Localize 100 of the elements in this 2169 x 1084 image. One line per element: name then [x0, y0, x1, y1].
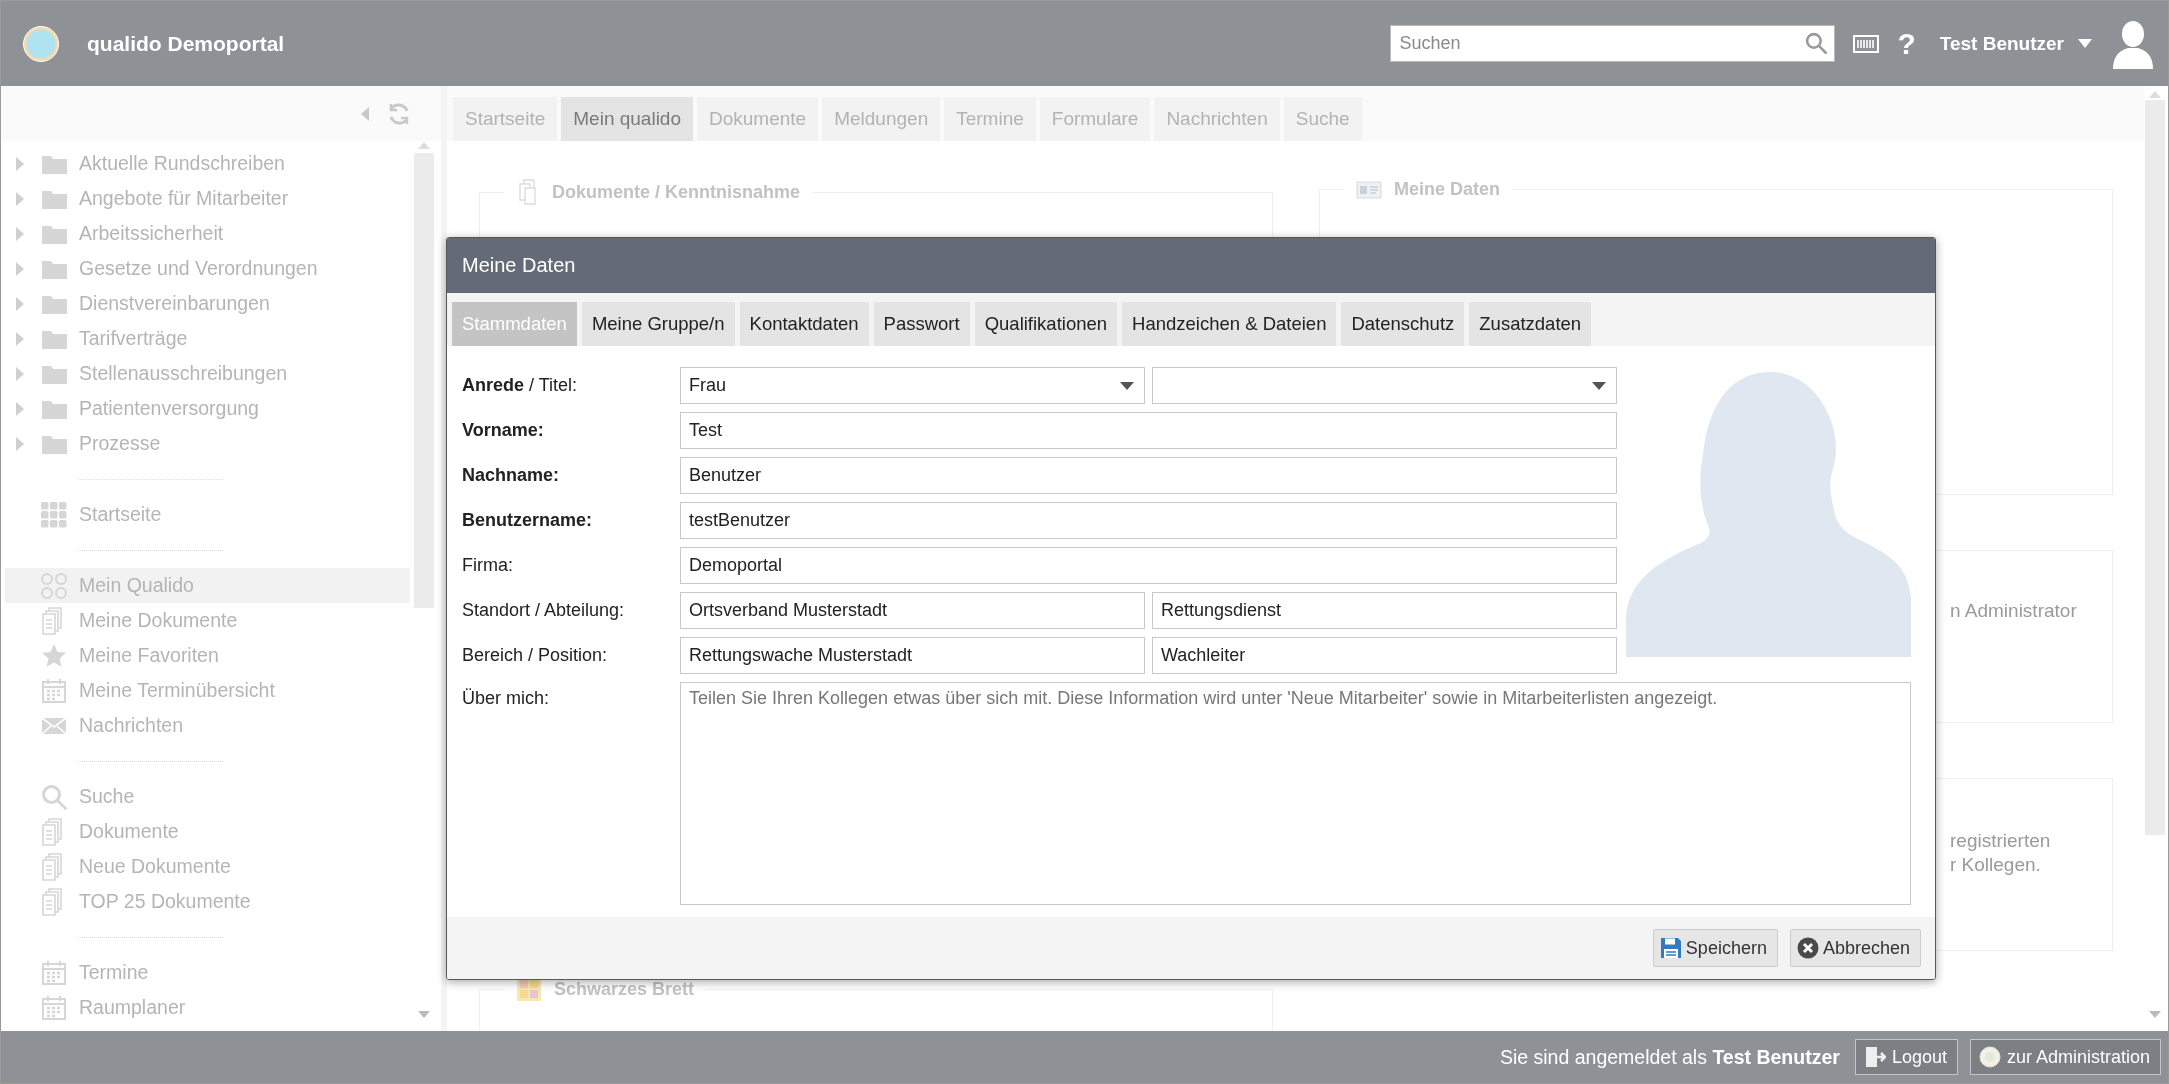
scroll-up-icon[interactable] [2149, 90, 2161, 98]
nav-item[interactable]: Meine Favoriten [5, 638, 410, 673]
tab[interactable]: Stammdaten [452, 302, 577, 346]
tab[interactable]: Suche [1283, 97, 1362, 141]
tab[interactable]: Formulare [1039, 97, 1151, 141]
caret-icon[interactable] [2078, 39, 2092, 48]
input-field[interactable]: Demoportal [680, 547, 1617, 584]
collapse-caret-icon[interactable] [15, 331, 25, 346]
text-area[interactable]: Teilen Sie Ihren Kollegen etwas über sich mit. Diese Information wird unter 'Neue Mitarbeiter' sowie in Mitarbeiterlisten angezeigt. [680, 682, 1911, 905]
tab[interactable]: Qualifikationen [974, 302, 1118, 346]
envelope-icon [41, 715, 67, 736]
panel-title: Meine Daten [1394, 179, 1501, 200]
nav-item[interactable]: Neue Dokumente [5, 849, 410, 884]
panel-title: Dokumente / Kenntnisnahme [552, 181, 801, 203]
calendar-icon [41, 959, 67, 986]
folder-item[interactable]: Arbeitssicherheit [5, 216, 410, 251]
field-label: Firma: [462, 554, 514, 577]
dialog-title: Meine Daten [462, 254, 576, 277]
tab[interactable]: Zusatzdaten [1469, 302, 1592, 346]
collapse-caret-icon[interactable] [15, 436, 25, 451]
logo-icon [23, 25, 59, 62]
input-field[interactable]: Benutzer [680, 457, 1617, 494]
tab[interactable]: Meldungen [822, 97, 941, 141]
nav-item[interactable]: Suche [5, 779, 410, 814]
input-field[interactable]: Test [680, 412, 1617, 449]
input-field[interactable]: Ortsverband Musterstadt [680, 592, 1145, 629]
target-icon [1978, 1046, 2001, 1068]
collapse-caret-icon[interactable] [15, 401, 25, 416]
user-avatar-icon[interactable] [2112, 18, 2154, 69]
nav-item[interactable]: Meine Dokumente [5, 603, 410, 638]
nav-item[interactable]: Raumplaner [5, 990, 410, 1025]
folder-item[interactable]: Gesetze und Verordnungen [5, 251, 410, 286]
circles-icon [41, 572, 67, 599]
collapse-caret-icon[interactable] [15, 191, 25, 206]
search-icon [1805, 32, 1828, 54]
tab[interactable]: Handzeichen & Dateien [1122, 302, 1337, 346]
input-field[interactable]: Rettungswache Musterstadt [680, 637, 1145, 674]
save-button[interactable]: Speichern [1652, 929, 1778, 967]
folder-item[interactable]: Patientenversorgung [5, 391, 410, 426]
nav-item[interactable]: Startseite [5, 497, 410, 532]
collapse-icon[interactable] [361, 106, 369, 121]
folder-item[interactable]: Stellenausschreibungen [5, 356, 410, 391]
field-label: Standort / Abteilung: [462, 599, 626, 622]
tab[interactable]: Passwort [873, 302, 970, 346]
nav-item[interactable]: Nachrichten [5, 708, 410, 743]
documents-icon [41, 887, 65, 916]
app-title: qualido Demoportal [87, 31, 285, 56]
calendar-icon [41, 677, 67, 704]
refresh-icon[interactable] [387, 101, 411, 126]
field-label: Benutzername: [462, 509, 594, 532]
collapse-caret-icon[interactable] [15, 261, 25, 276]
nav-item[interactable]: Dokumente [5, 814, 410, 849]
tab[interactable]: Dokumente [697, 97, 819, 141]
nav-item[interactable]: Mein Qualido [5, 568, 410, 603]
dropdown[interactable]: Frau [680, 367, 1145, 404]
field-label: Nachname: [462, 464, 561, 487]
scroll-down-icon[interactable] [418, 1011, 430, 1019]
panel-title: Schwarzes Brett [554, 978, 695, 1000]
grid-icon [41, 501, 67, 528]
tab[interactable]: Nachrichten [1154, 97, 1280, 141]
search-field[interactable]: Suchen [1390, 25, 1836, 62]
close-icon [1796, 937, 1819, 959]
tab[interactable]: Kontaktdaten [739, 302, 869, 346]
nav-item[interactable]: TOP 25 Dokumente [5, 884, 410, 919]
input-field[interactable]: Wachleiter [1152, 637, 1617, 674]
collapse-caret-icon[interactable] [15, 226, 25, 241]
collapse-caret-icon[interactable] [15, 366, 25, 381]
dropdown[interactable] [1152, 367, 1617, 404]
nav-item[interactable]: Termine [5, 955, 410, 990]
calendar-icon [41, 994, 67, 1021]
folder-item[interactable]: Angebote für Mitarbeiter [5, 181, 410, 216]
folder-item[interactable]: Tarifverträge [5, 321, 410, 356]
tab[interactable]: Termine [944, 97, 1036, 141]
tab[interactable]: Mein qualido [561, 97, 693, 141]
field-label: Über mich: [462, 687, 551, 710]
search-icon [41, 783, 67, 810]
logout-icon [1863, 1046, 1886, 1068]
folder-item[interactable]: Aktuelle Rundschreiben [5, 146, 410, 181]
logout-button[interactable]: Logout [1854, 1039, 1958, 1075]
user-menu[interactable]: Test Benutzer [1939, 32, 2064, 55]
caret-icon [1592, 381, 1606, 390]
field-label: Anrede / Titel: [462, 374, 579, 397]
keyboard-icon[interactable] [1853, 33, 1880, 54]
input-field[interactable]: testBenutzer [680, 502, 1617, 539]
cancel-button[interactable]: Abbrechen [1789, 929, 1921, 967]
folder-item[interactable]: Dienstvereinbarungen [5, 286, 410, 321]
nav-item[interactable]: Meine Terminübersicht [5, 673, 410, 708]
scroll-down-icon[interactable] [2149, 1011, 2161, 1019]
panel-text: r Kollegen. [1950, 853, 2042, 877]
documents-icon [41, 852, 65, 881]
help-button[interactable]: ? [1897, 26, 1916, 61]
collapse-caret-icon[interactable] [15, 156, 25, 171]
field-label: Vorname: [462, 419, 545, 442]
collapse-caret-icon[interactable] [15, 296, 25, 311]
tab[interactable]: Startseite [453, 97, 558, 141]
tab[interactable]: Datenschutz [1341, 302, 1465, 346]
folder-item[interactable]: Prozesse [5, 426, 410, 461]
input-field[interactable]: Rettungsdienst [1152, 592, 1617, 629]
admin-button[interactable]: zur Administration [1969, 1039, 2161, 1075]
tab[interactable]: Meine Gruppe/n [581, 302, 735, 346]
